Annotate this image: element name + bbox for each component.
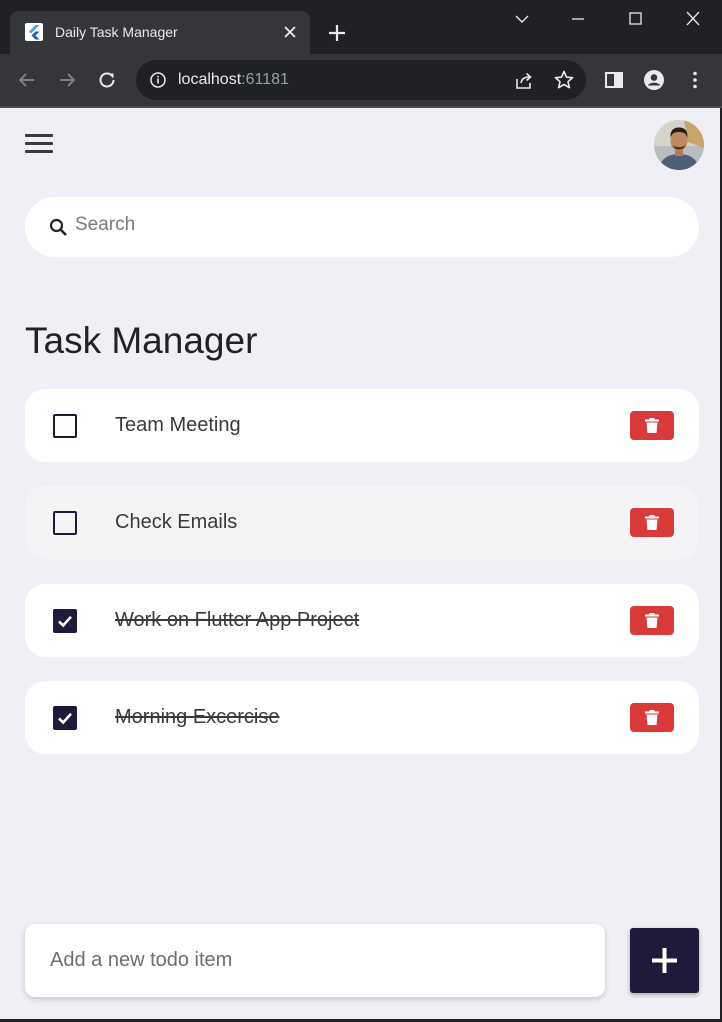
task-checkbox[interactable]: [53, 414, 77, 438]
url-host: localhost: [178, 71, 242, 88]
task-item[interactable]: Team Meeting: [25, 389, 699, 462]
maximize-icon[interactable]: [624, 10, 646, 28]
task-label: Team Meeting: [115, 414, 241, 436]
trash-icon: [645, 418, 659, 433]
app-viewport: Task Manager Team Meeting Check Emails: [0, 108, 720, 1019]
task-item[interactable]: Work on Flutter App Project: [25, 584, 699, 657]
bookmark-star-icon[interactable]: [553, 69, 575, 91]
trash-icon: [645, 710, 659, 725]
checkmark-icon: [58, 712, 72, 725]
reload-icon[interactable]: [96, 69, 118, 91]
close-window-icon[interactable]: [682, 10, 704, 28]
address-bar[interactable]: localhost:61181: [136, 60, 586, 100]
flutter-favicon-icon: [25, 23, 43, 41]
browser-tab[interactable]: Daily Task Manager: [10, 11, 310, 54]
url-port: :61181: [241, 71, 289, 88]
task-checkbox[interactable]: [53, 609, 77, 633]
browser-toolbar: localhost:61181: [0, 54, 722, 106]
task-item[interactable]: Check Emails: [25, 486, 699, 559]
checkmark-icon: [58, 615, 72, 628]
browser-tabstrip: Daily Task Manager: [0, 0, 722, 54]
user-avatar[interactable]: [654, 120, 704, 170]
plus-icon: [652, 948, 677, 973]
task-label: Morning Excercise: [115, 706, 280, 728]
search-icon: [49, 218, 67, 236]
site-info-icon[interactable]: [149, 71, 167, 89]
delete-task-button[interactable]: [630, 411, 674, 440]
forward-arrow-icon[interactable]: [56, 69, 78, 91]
tab-search-icon[interactable]: [511, 10, 533, 28]
minimize-icon[interactable]: [567, 10, 589, 28]
task-checkbox[interactable]: [53, 706, 77, 730]
more-options-icon[interactable]: [684, 69, 706, 91]
add-todo-button[interactable]: [630, 928, 699, 993]
side-panel-icon[interactable]: [603, 69, 625, 91]
delete-task-button[interactable]: [630, 703, 674, 732]
url-text: localhost:61181: [178, 71, 289, 89]
hamburger-menu-icon[interactable]: [23, 130, 55, 158]
trash-icon: [645, 613, 659, 628]
profile-icon[interactable]: [643, 69, 665, 91]
trash-icon: [645, 515, 659, 530]
task-item[interactable]: Morning Excercise: [25, 681, 699, 754]
close-tab-icon[interactable]: [282, 24, 298, 40]
tab-title: Daily Task Manager: [55, 24, 178, 40]
new-tab-icon[interactable]: [326, 22, 348, 44]
back-arrow-icon[interactable]: [16, 69, 38, 91]
search-input[interactable]: [75, 210, 675, 240]
delete-task-button[interactable]: [630, 508, 674, 537]
page-title: Task Manager: [25, 320, 258, 361]
task-label: Check Emails: [115, 511, 238, 533]
task-checkbox[interactable]: [53, 511, 77, 535]
task-label: Work on Flutter App Project: [115, 609, 360, 631]
share-icon[interactable]: [513, 70, 535, 92]
new-todo-input[interactable]: [25, 924, 605, 997]
search-bar[interactable]: [25, 197, 699, 257]
delete-task-button[interactable]: [630, 606, 674, 635]
